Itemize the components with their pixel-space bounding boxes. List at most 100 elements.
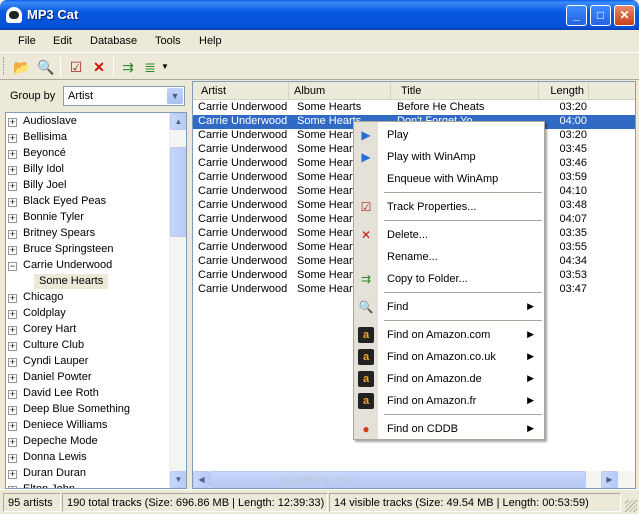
track-title: Before He Cheats: [397, 101, 485, 113]
minimize-button[interactable]: _: [566, 5, 587, 26]
context-menu-item[interactable]: a Find on Amazon.com ▶: [354, 324, 544, 346]
chevron-down-icon[interactable]: ▼: [160, 57, 170, 77]
tree-artist-item[interactable]: + David Lee Roth: [6, 386, 170, 402]
scroll-thumb[interactable]: [170, 147, 186, 237]
tree-artist-item[interactable]: + Depeche Mode: [6, 434, 170, 450]
menu-edit[interactable]: Edit: [53, 35, 72, 47]
tree-artist-item[interactable]: + Billy Joel: [6, 178, 170, 194]
tree-artist-item[interactable]: + Audioslave: [6, 114, 170, 130]
left-pane: Group by Artist ▼ ▲ ▼ + Audioslave + Bellis…: [1, 81, 188, 489]
resize-grip[interactable]: [625, 500, 637, 512]
title-bar[interactable]: MP3 Cat _ □ ✕: [0, 0, 639, 30]
context-menu-item[interactable]: a Find on Amazon.de ▶: [354, 368, 544, 390]
tree-artist-item[interactable]: + Daniel Powter: [6, 370, 170, 386]
expand-icon[interactable]: +: [8, 342, 17, 351]
column-header-artist[interactable]: Artist: [193, 82, 289, 100]
expand-icon[interactable]: +: [8, 214, 17, 223]
toolbar-grip[interactable]: [3, 57, 6, 75]
tree-artist-item[interactable]: + Bellisima: [6, 130, 170, 146]
expand-icon[interactable]: +: [8, 134, 17, 143]
delete-icon[interactable]: ✕: [89, 57, 109, 77]
menu-help[interactable]: Help: [199, 35, 222, 47]
expand-icon[interactable]: +: [8, 390, 17, 399]
context-menu-label: Track Properties...: [387, 201, 477, 213]
expand-icon[interactable]: +: [8, 470, 17, 479]
track-album: Some Hearts: [297, 199, 362, 211]
expand-icon[interactable]: +: [8, 326, 17, 335]
column-header-album[interactable]: Album: [289, 82, 391, 100]
collapse-icon[interactable]: −: [8, 262, 17, 271]
groupby-select[interactable]: Artist ▼: [63, 86, 185, 106]
tree-artist-item[interactable]: + Donna Lewis: [6, 450, 170, 466]
context-menu-item[interactable]: ● Find on CDDB ▶: [354, 418, 544, 440]
expand-icon[interactable]: +: [8, 422, 17, 431]
expand-icon[interactable]: +: [8, 198, 17, 207]
expand-icon[interactable]: +: [8, 230, 17, 239]
expand-icon[interactable]: +: [8, 374, 17, 383]
properties-icon: ☑: [360, 200, 372, 214]
expand-icon[interactable]: +: [8, 310, 17, 319]
expand-icon[interactable]: +: [8, 166, 17, 175]
context-menu-item[interactable]: Rename...: [354, 246, 544, 268]
context-menu-item[interactable]: a Find on Amazon.fr ▶: [354, 390, 544, 412]
tree-artist-item[interactable]: + Black Eyed Peas: [6, 194, 170, 210]
tree-artist-item[interactable]: + Bruce Springsteen: [6, 242, 170, 258]
maximize-button[interactable]: □: [590, 5, 611, 26]
context-menu-item[interactable]: ✕ Delete...: [354, 224, 544, 246]
expand-icon[interactable]: +: [8, 358, 17, 367]
context-menu-item[interactable]: a Find on Amazon.co.uk ▶: [354, 346, 544, 368]
tree-vertical-scrollbar[interactable]: ▲ ▼: [169, 113, 186, 488]
tree-artist-item[interactable]: + Billy Idol: [6, 162, 170, 178]
chevron-down-icon[interactable]: ▼: [167, 88, 183, 104]
expand-icon[interactable]: +: [8, 118, 17, 127]
column-header-length[interactable]: Length: [539, 82, 589, 100]
track-row[interactable]: Carrie Underwood Some Hearts Before He Che…: [193, 101, 635, 115]
properties-icon[interactable]: ☑: [66, 57, 86, 77]
expand-icon[interactable]: +: [8, 454, 17, 463]
context-menu-item[interactable]: ▶ Play with WinAmp: [354, 146, 544, 168]
tree-artist-item[interactable]: + Corey Hart: [6, 322, 170, 338]
tree-artist-item[interactable]: + Coldplay: [6, 306, 170, 322]
track-list-horizontal-scrollbar[interactable]: ◀ snapfiles.com ▶: [193, 471, 635, 488]
scroll-left-button[interactable]: ◀: [193, 471, 210, 488]
tree-artist-item[interactable]: + Chicago: [6, 290, 170, 306]
context-menu-item[interactable]: Enqueue with WinAmp: [354, 168, 544, 190]
enqueue-icon[interactable]: ≣: [140, 57, 160, 77]
scroll-right-button[interactable]: ▶: [601, 471, 618, 488]
expand-icon[interactable]: +: [8, 294, 17, 303]
tree-artist-item[interactable]: + Cyndi Lauper: [6, 354, 170, 370]
menu-file[interactable]: File: [18, 35, 36, 47]
context-menu-item[interactable]: ☑ Track Properties...: [354, 196, 544, 218]
copy-to-folder-icon[interactable]: ⇉: [118, 57, 138, 77]
tree-artist-item[interactable]: + Deep Blue Something: [6, 402, 170, 418]
artist-tree[interactable]: ▲ ▼ + Audioslave + Bellisima + Beyoncé + Billy …: [5, 112, 187, 489]
tree-artist-item[interactable]: + Duran Duran: [6, 466, 170, 482]
tree-artist-item[interactable]: + Culture Club: [6, 338, 170, 354]
search-icon[interactable]: 🔍: [36, 57, 56, 77]
close-button[interactable]: ✕: [614, 5, 635, 26]
menu-tools[interactable]: Tools: [155, 35, 181, 47]
tree-artist-item[interactable]: − Carrie Underwood: [6, 258, 170, 274]
scroll-down-button[interactable]: ▼: [170, 471, 186, 488]
context-menu-item[interactable]: ▶ Play: [354, 124, 544, 146]
tree-artist-item[interactable]: + Bonnie Tyler: [6, 210, 170, 226]
context-menu-item[interactable]: 🔍 Find ▶: [354, 296, 544, 318]
column-header-title[interactable]: Title: [391, 82, 539, 100]
expand-icon[interactable]: +: [8, 182, 17, 191]
tree-artist-item[interactable]: + Beyoncé: [6, 146, 170, 162]
expand-icon[interactable]: +: [8, 150, 17, 159]
track-artist: Carrie Underwood: [198, 157, 288, 169]
expand-icon[interactable]: +: [8, 438, 17, 447]
track-artist: Carrie Underwood: [198, 269, 288, 281]
tree-album-item[interactable]: Some Hearts: [6, 274, 170, 290]
tree-artist-item[interactable]: + Deniece Williams: [6, 418, 170, 434]
expand-icon[interactable]: +: [8, 406, 17, 415]
context-menu-item[interactable]: ⇉ Copy to Folder...: [354, 268, 544, 290]
scroll-thumb[interactable]: [210, 471, 586, 488]
tree-artist-item[interactable]: + Britney Spears: [6, 226, 170, 242]
tree-artist-item[interactable]: +Elton John: [6, 482, 170, 488]
expand-icon[interactable]: +: [8, 246, 17, 255]
menu-database[interactable]: Database: [90, 35, 137, 47]
scroll-up-button[interactable]: ▲: [170, 113, 186, 130]
open-folder-icon[interactable]: 📂: [12, 57, 32, 77]
